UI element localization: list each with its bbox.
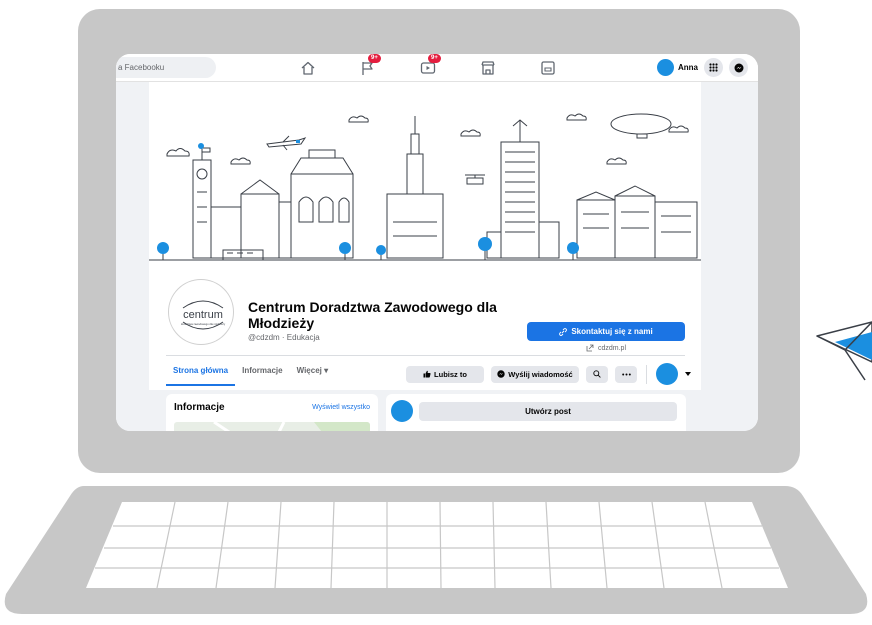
grid-menu-icon[interactable]: [704, 58, 723, 77]
more-options-button[interactable]: [615, 365, 637, 383]
chevron-down-icon[interactable]: [685, 372, 691, 376]
thumbs-up-icon: [423, 370, 431, 378]
acting-as-avatar[interactable]: [656, 363, 678, 385]
avatar: [391, 400, 413, 422]
cover-photo: [149, 82, 701, 267]
tab-more[interactable]: Więcej ▾: [290, 358, 336, 386]
info-card: Informacje Wyświetl wszystko: [166, 394, 378, 431]
pages-badge: 9+: [368, 54, 381, 63]
topbar-right: Anna: [657, 58, 748, 77]
facebook-page: centrum doradztwa zawodowego dla młodzie…: [116, 82, 758, 431]
page-handle-category: @cdzdm · Edukacja: [248, 333, 320, 342]
contact-button-label: Skontaktuj się z nami: [571, 327, 653, 336]
page-logo[interactable]: centrum doradztwa zawodowego dla młodzie…: [169, 280, 233, 344]
profile-name: Anna: [678, 63, 698, 72]
send-message-button[interactable]: Wyślij wiadomość: [491, 365, 579, 383]
tab-home[interactable]: Strona główna: [166, 358, 236, 386]
logo-subtext: doradztwa zawodowego dla młodzieży: [181, 322, 226, 326]
illustration-stage: a Facebooku 9+ 9+ Anna centrum doradztwa…: [0, 0, 872, 625]
messenger-icon[interactable]: [729, 58, 748, 77]
messenger-small-icon: [497, 370, 505, 378]
laptop-screen: a Facebooku 9+ 9+ Anna centrum doradztwa…: [116, 54, 758, 431]
page-title: Centrum Doradztwa Zawodowego dla Młodzie…: [248, 299, 497, 331]
avatar: [657, 59, 674, 76]
search-page-button[interactable]: [586, 365, 608, 383]
website-link[interactable]: cdzdm.pl: [586, 344, 626, 352]
like-button-label: Lubisz to: [434, 369, 467, 379]
video-icon[interactable]: 9+: [419, 54, 441, 77]
paper-plane-icon: [816, 321, 872, 381]
contact-button[interactable]: Skontaktuj się z nami: [527, 322, 685, 341]
link-icon: [559, 327, 568, 336]
profile-chip[interactable]: Anna: [657, 59, 698, 76]
gaming-icon[interactable]: [539, 59, 557, 77]
page-header-card: centrum doradztwa zawodowego dla młodzie…: [149, 82, 701, 390]
location-map[interactable]: [174, 422, 370, 431]
create-post-button[interactable]: Utwórz post: [419, 402, 677, 421]
view-all-link[interactable]: Wyświetl wszystko: [312, 404, 370, 411]
info-card-title: Informacje: [174, 402, 225, 413]
actions-divider: [646, 364, 647, 384]
watch-badge: 9+: [428, 54, 441, 63]
tab-about[interactable]: Informacje: [235, 358, 289, 386]
logo-text: centrum: [183, 309, 223, 321]
page-tabs: Strona główna Informacje Więcej ▾: [166, 358, 335, 386]
laptop-keyboard-base: [0, 482, 872, 625]
external-link-icon: [586, 344, 594, 352]
search-icon: [593, 370, 601, 378]
header-divider: [166, 355, 685, 356]
like-button[interactable]: Lubisz to: [406, 365, 484, 383]
search-input[interactable]: a Facebooku: [116, 57, 216, 78]
website-label: cdzdm.pl: [598, 344, 627, 352]
ellipsis-icon: [621, 373, 631, 375]
city-skyline-illustration: [149, 113, 701, 261]
store-icon[interactable]: [479, 59, 497, 77]
send-message-label: Wyślij wiadomość: [508, 369, 573, 379]
facebook-topbar: a Facebooku 9+ 9+ Anna: [116, 54, 758, 82]
map-preview: [213, 422, 370, 431]
page-actions: Lubisz to Wyślij wiadomość: [406, 363, 691, 385]
flag-icon[interactable]: 9+: [359, 54, 381, 77]
home-icon[interactable]: [299, 59, 317, 77]
create-post-card: Utwórz post: [386, 394, 686, 431]
